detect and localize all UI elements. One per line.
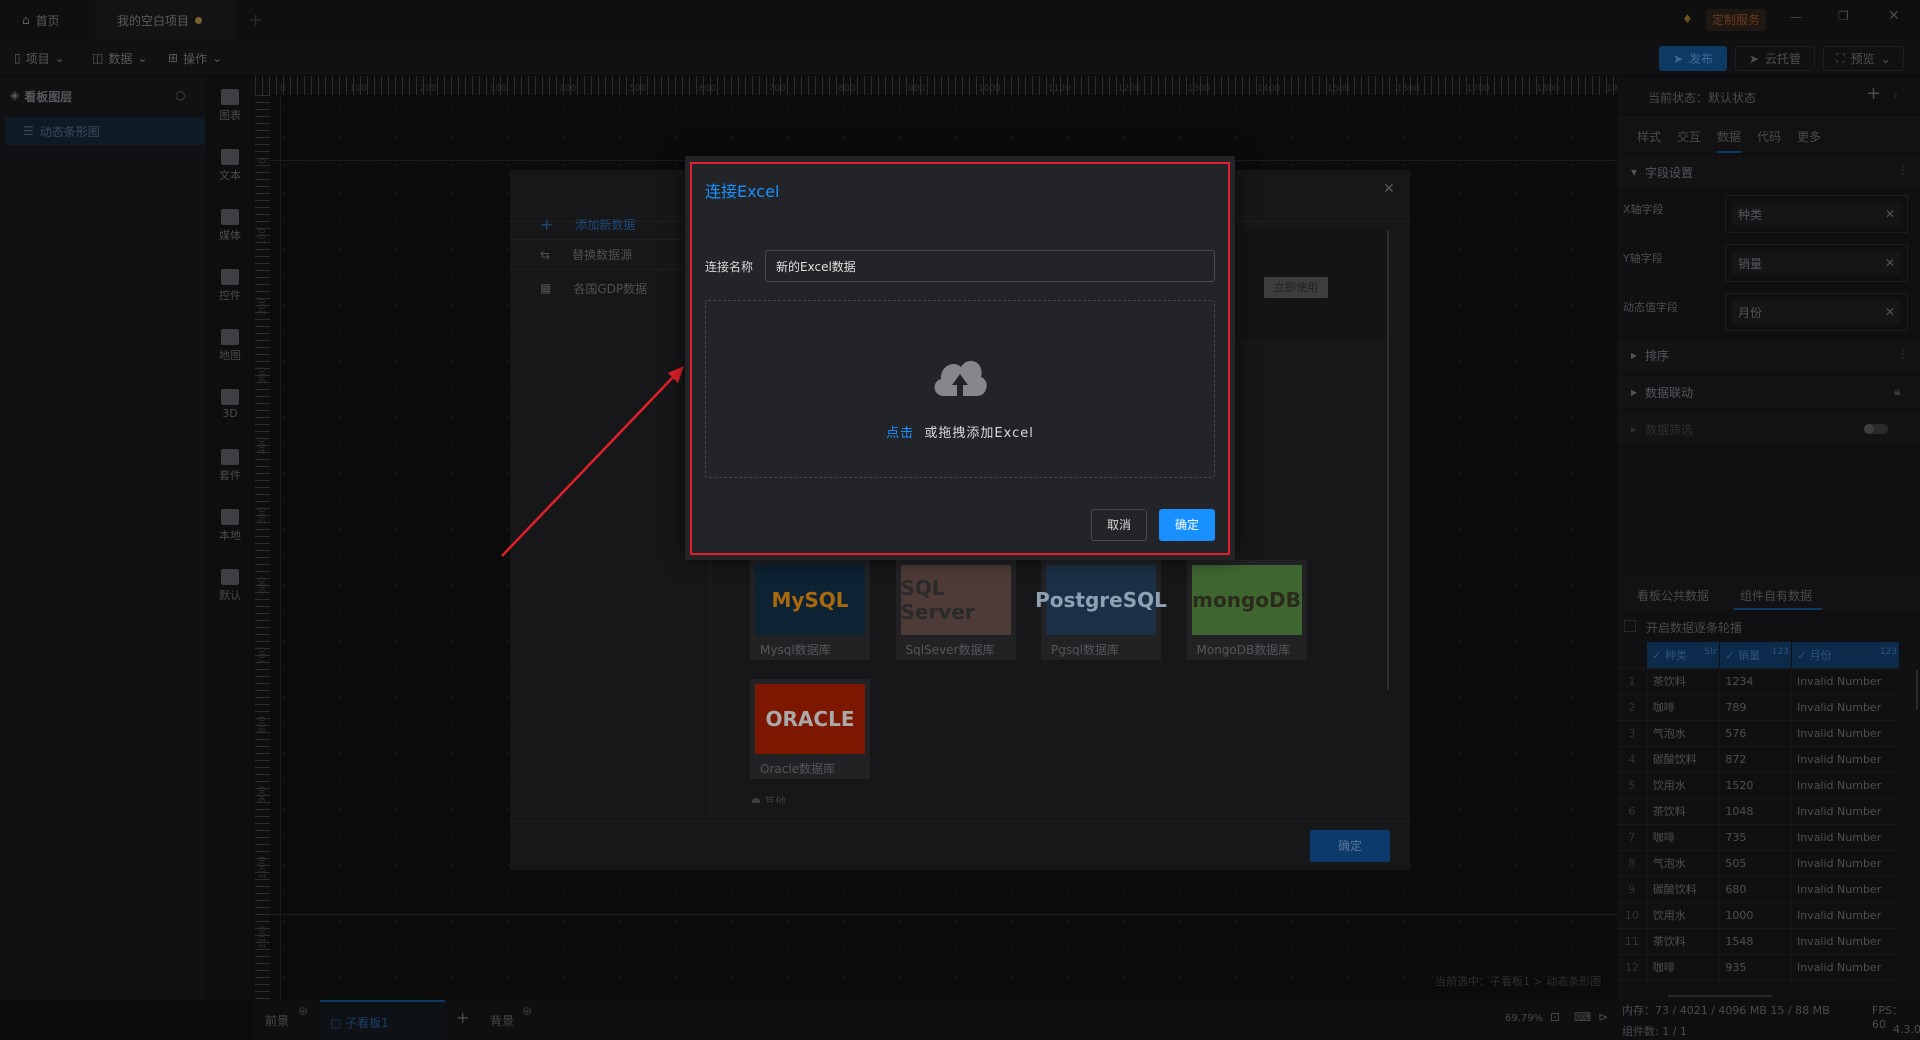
cloud-upload-icon <box>934 360 987 396</box>
drag-hint: 或拖拽添加Excel <box>924 426 1034 441</box>
cancel-button[interactable]: 取消 <box>1091 509 1147 541</box>
connection-name-label: 连接名称 <box>705 260 754 274</box>
modal-title: 连接Excel <box>705 182 780 201</box>
connection-name-input[interactable] <box>765 250 1215 282</box>
dropzone-text: 点击 或拖拽添加Excel <box>705 422 1215 441</box>
click-upload-link[interactable]: 点击 <box>886 426 914 441</box>
confirm-button[interactable]: 确定 <box>1159 509 1215 541</box>
